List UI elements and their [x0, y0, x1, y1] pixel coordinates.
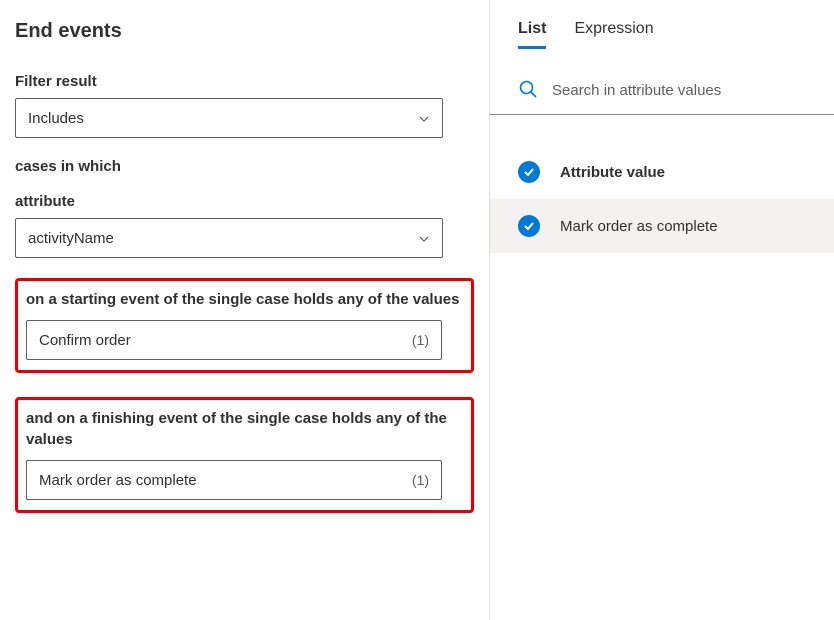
finishing-event-count: (1)	[412, 472, 429, 488]
cases-in-which-label: cases in which	[15, 158, 474, 175]
search-row	[490, 79, 834, 115]
attribute-value-list: Attribute value Mark order as complete	[490, 145, 834, 253]
filter-result-select[interactable]: Includes	[15, 98, 443, 138]
attribute-value: activityName	[28, 230, 114, 247]
tab-expression[interactable]: Expression	[574, 20, 653, 49]
tab-list[interactable]: List	[518, 20, 546, 49]
starting-event-value: Confirm order	[39, 332, 131, 349]
attribute-select[interactable]: activityName	[15, 218, 443, 258]
finishing-event-field[interactable]: Mark order as complete (1)	[26, 460, 442, 500]
finishing-event-label: and on a finishing event of the single c…	[26, 408, 463, 450]
list-item[interactable]: Mark order as complete	[490, 199, 834, 253]
left-panel: End events Filter result Includes cases …	[0, 0, 490, 620]
attribute-value-header-text: Attribute value	[560, 164, 665, 181]
attribute-label: attribute	[15, 193, 474, 210]
check-icon	[518, 215, 540, 237]
starting-event-label: on a starting event of the single case h…	[26, 289, 463, 310]
list-item-label: Mark order as complete	[560, 218, 718, 235]
filter-result-label: Filter result	[15, 73, 474, 90]
finishing-event-group: and on a finishing event of the single c…	[15, 397, 474, 513]
chevron-down-icon	[418, 112, 430, 124]
attribute-value-header[interactable]: Attribute value	[490, 145, 834, 199]
tabs: List Expression	[490, 20, 834, 49]
search-input[interactable]	[552, 82, 806, 99]
starting-event-group: on a starting event of the single case h…	[15, 278, 474, 373]
check-icon	[518, 161, 540, 183]
filter-result-value: Includes	[28, 110, 84, 127]
right-panel: List Expression Attribute value Mark ord…	[490, 0, 834, 620]
starting-event-field[interactable]: Confirm order (1)	[26, 320, 442, 360]
page-title: End events	[15, 20, 474, 43]
starting-event-count: (1)	[412, 332, 429, 348]
search-icon	[518, 79, 538, 102]
finishing-event-value: Mark order as complete	[39, 472, 197, 489]
chevron-down-icon	[418, 232, 430, 244]
